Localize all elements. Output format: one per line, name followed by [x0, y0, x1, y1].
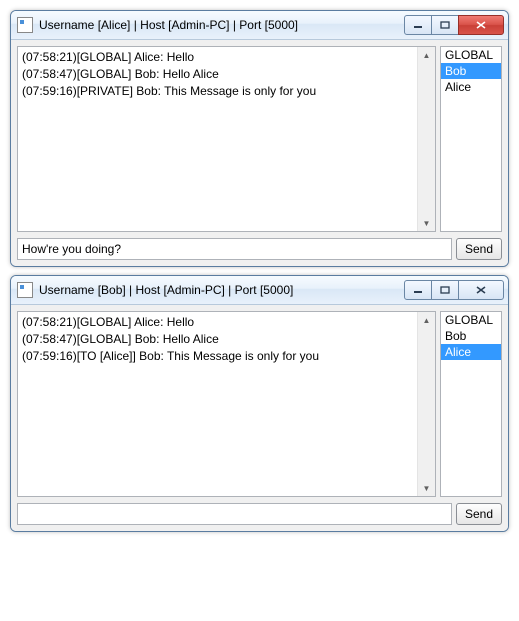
- user-item-global[interactable]: GLOBAL: [441, 312, 501, 328]
- scrollbar[interactable]: ▲ ▼: [417, 312, 435, 496]
- user-item-bob[interactable]: Bob: [441, 63, 501, 79]
- user-list[interactable]: GLOBAL Bob Alice: [440, 311, 502, 497]
- app-icon: [17, 17, 33, 33]
- chat-log[interactable]: (07:58:21)[GLOBAL] Alice: Hello (07:58:4…: [17, 46, 436, 232]
- scroll-down-icon[interactable]: ▼: [419, 480, 434, 496]
- maximize-button[interactable]: [431, 280, 459, 300]
- app-icon: [17, 282, 33, 298]
- send-button[interactable]: Send: [456, 503, 502, 525]
- maximize-icon: [440, 286, 450, 294]
- window-buttons: [404, 15, 504, 35]
- close-icon: [475, 285, 487, 295]
- chat-line: (07:58:47)[GLOBAL] Bob: Hello Alice: [22, 66, 431, 83]
- close-icon: [475, 20, 487, 30]
- chat-line: (07:58:21)[GLOBAL] Alice: Hello: [22, 314, 431, 331]
- message-input[interactable]: [17, 238, 452, 260]
- user-item-global[interactable]: GLOBAL: [441, 47, 501, 63]
- chat-line: (07:58:21)[GLOBAL] Alice: Hello: [22, 49, 431, 66]
- client-area: (07:58:21)[GLOBAL] Alice: Hello (07:58:4…: [11, 40, 508, 266]
- scroll-up-icon[interactable]: ▲: [419, 47, 434, 63]
- window-title: Username [Bob] | Host [Admin-PC] | Port …: [39, 283, 404, 297]
- scrollbar[interactable]: ▲ ▼: [417, 47, 435, 231]
- user-item-alice[interactable]: Alice: [441, 344, 501, 360]
- chat-log[interactable]: (07:58:21)[GLOBAL] Alice: Hello (07:58:4…: [17, 311, 436, 497]
- chat-window-alice: Username [Alice] | Host [Admin-PC] | Por…: [10, 10, 509, 267]
- maximize-icon: [440, 21, 450, 29]
- user-item-alice[interactable]: Alice: [441, 79, 501, 95]
- scroll-down-icon[interactable]: ▼: [419, 215, 434, 231]
- chat-line: (07:59:16)[TO [Alice]] Bob: This Message…: [22, 348, 431, 365]
- chat-window-bob: Username [Bob] | Host [Admin-PC] | Port …: [10, 275, 509, 532]
- chat-line: (07:59:16)[PRIVATE] Bob: This Message is…: [22, 83, 431, 100]
- titlebar[interactable]: Username [Alice] | Host [Admin-PC] | Por…: [11, 11, 508, 40]
- maximize-button[interactable]: [431, 15, 459, 35]
- client-area: (07:58:21)[GLOBAL] Alice: Hello (07:58:4…: [11, 305, 508, 531]
- send-button[interactable]: Send: [456, 238, 502, 260]
- chat-line: (07:58:47)[GLOBAL] Bob: Hello Alice: [22, 331, 431, 348]
- window-buttons: [404, 280, 504, 300]
- minimize-button[interactable]: [404, 15, 432, 35]
- titlebar[interactable]: Username [Bob] | Host [Admin-PC] | Port …: [11, 276, 508, 305]
- minimize-icon: [413, 21, 423, 29]
- window-title: Username [Alice] | Host [Admin-PC] | Por…: [39, 18, 404, 32]
- minimize-button[interactable]: [404, 280, 432, 300]
- minimize-icon: [413, 286, 423, 294]
- close-button[interactable]: [458, 15, 504, 35]
- user-item-bob[interactable]: Bob: [441, 328, 501, 344]
- message-input[interactable]: [17, 503, 452, 525]
- close-button[interactable]: [458, 280, 504, 300]
- user-list[interactable]: GLOBAL Bob Alice: [440, 46, 502, 232]
- scroll-up-icon[interactable]: ▲: [419, 312, 434, 328]
